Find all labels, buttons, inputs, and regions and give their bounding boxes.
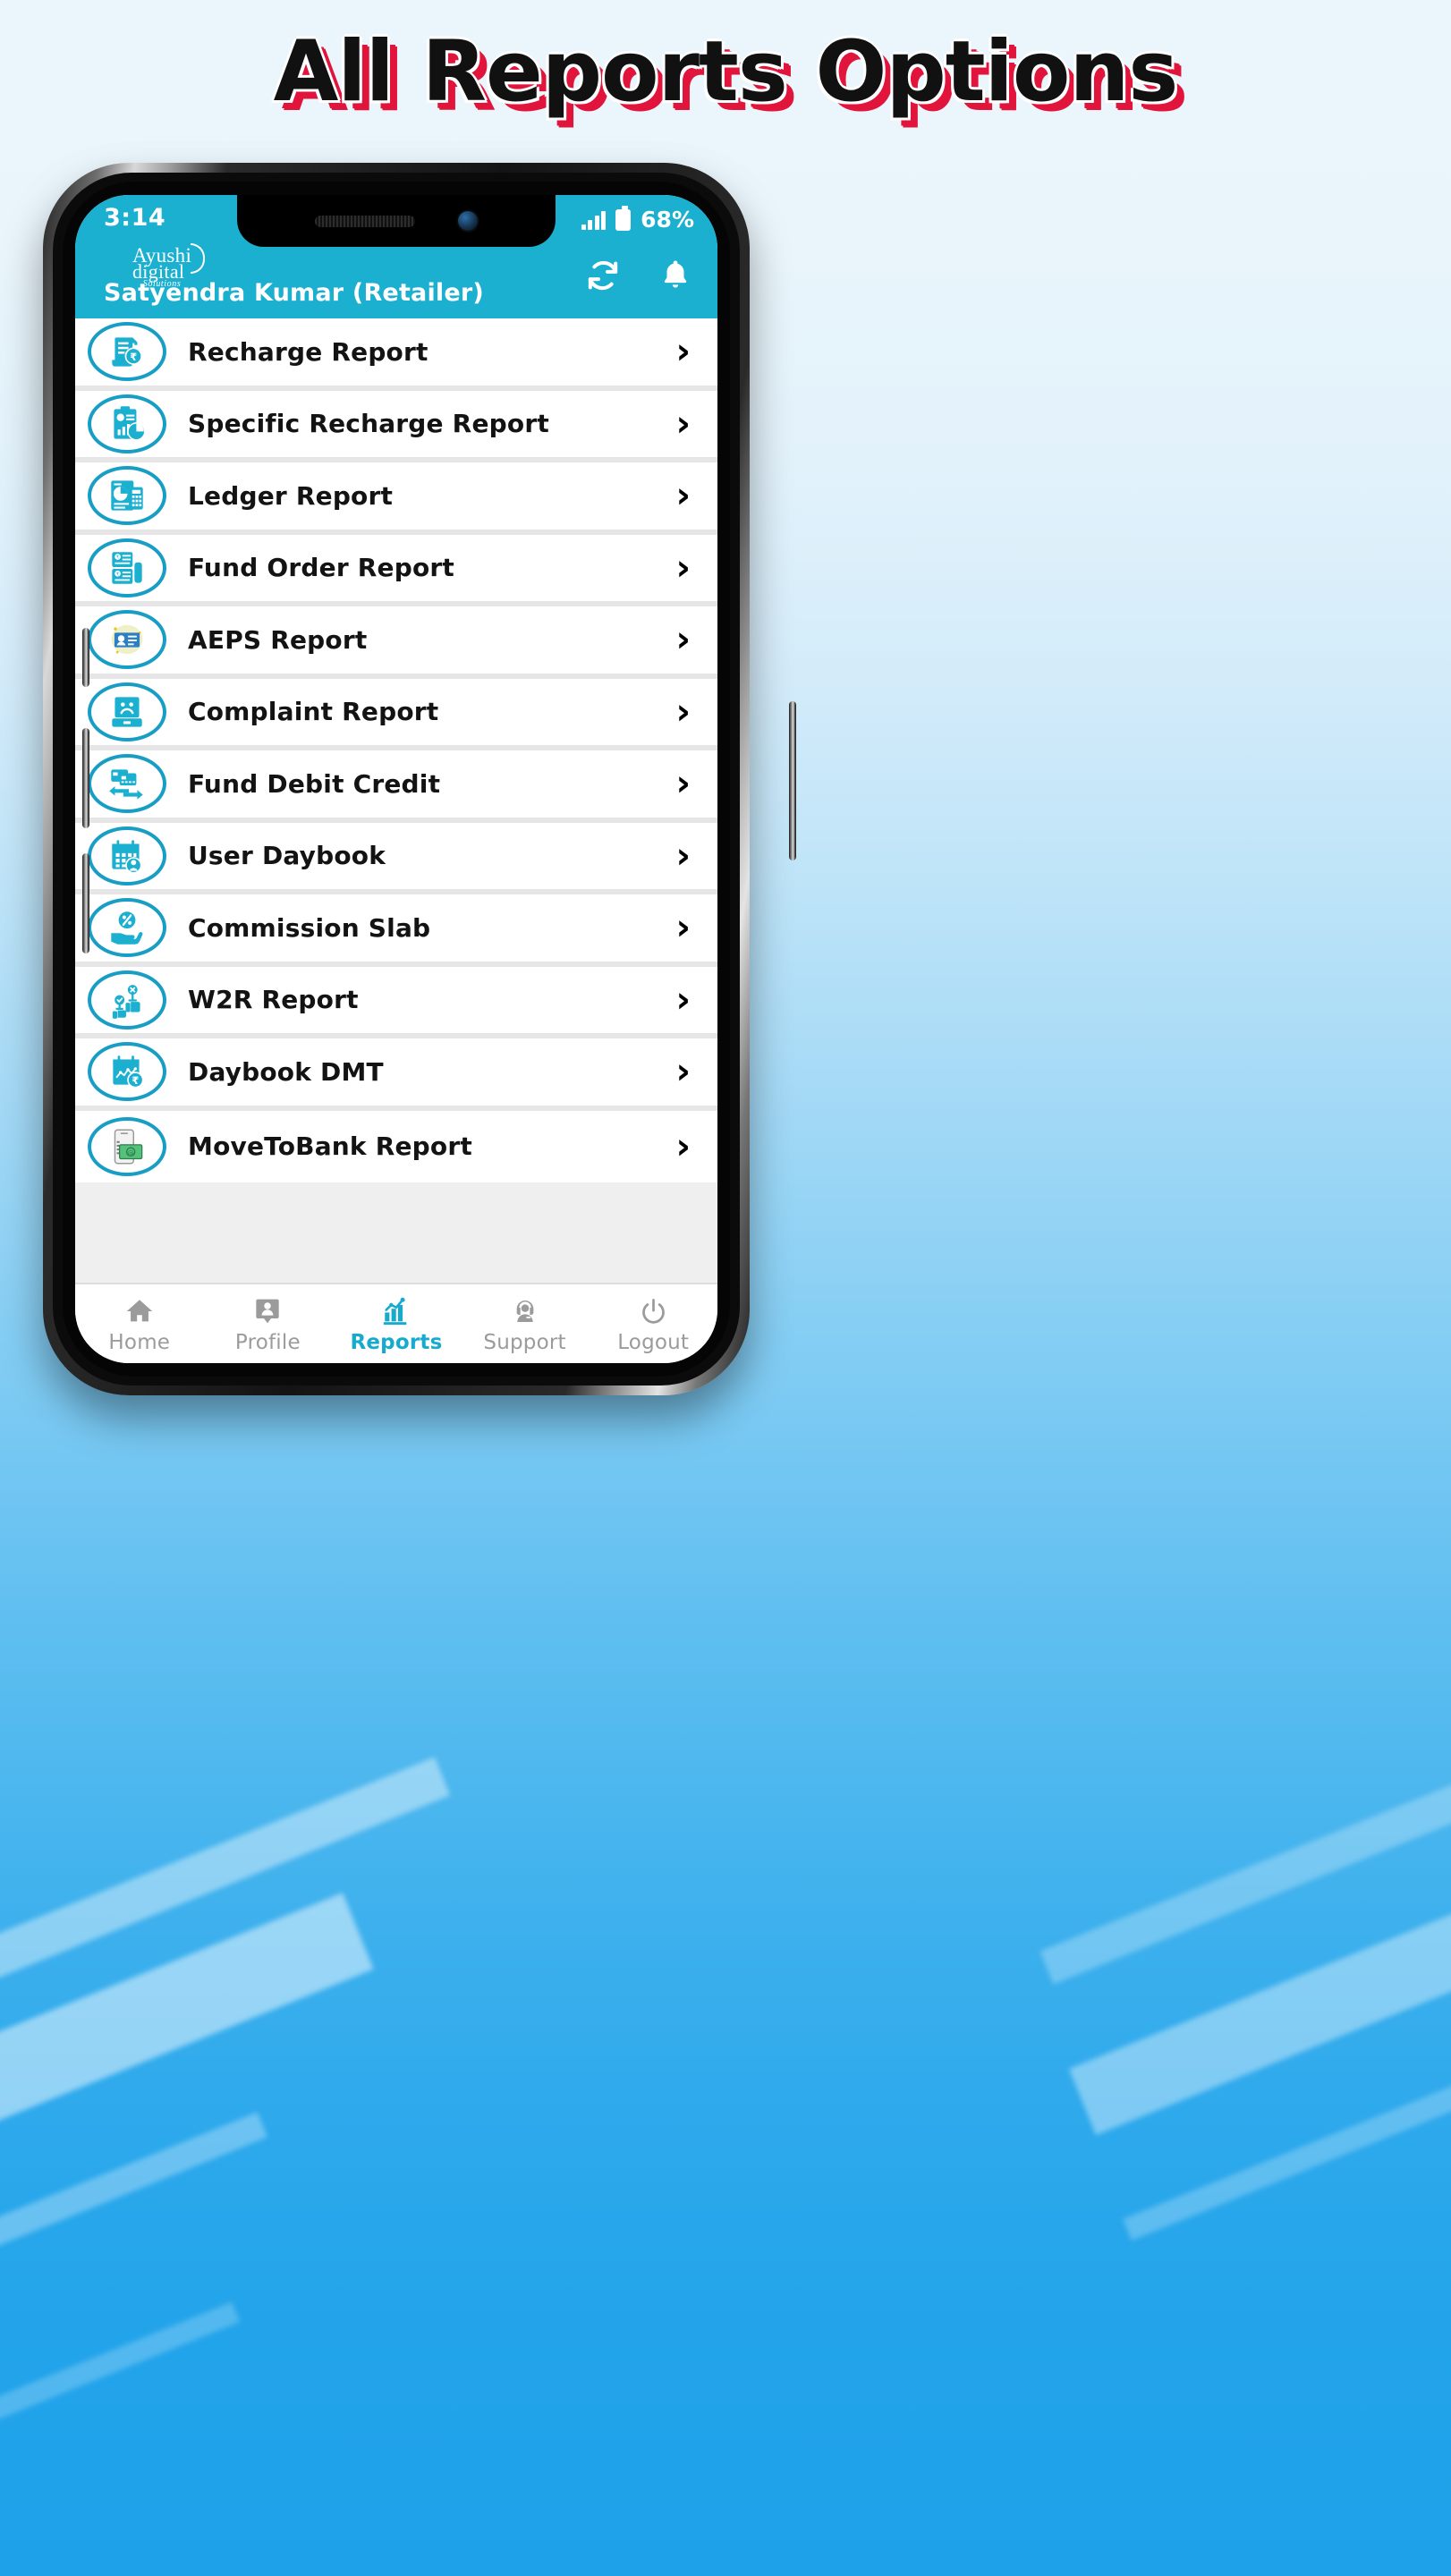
tab-label: Home [108,1331,171,1354]
headset-agent-icon [511,1293,539,1329]
list-item-label: Ledger Report [188,480,394,511]
tab-logout[interactable]: Logout [589,1293,717,1354]
chevron-right-icon[interactable]: › [676,766,696,801]
recharge-receipt-icon: ₹ [88,322,166,382]
list-item[interactable]: Complaint Report › [75,678,717,750]
chevron-right-icon[interactable]: › [676,1054,696,1089]
tab-label: Support [483,1331,566,1354]
list-item-label: Commission Slab [188,912,431,943]
refresh-icon[interactable] [585,258,621,293]
tab-label: Logout [617,1331,690,1354]
svg-text:₹: ₹ [130,351,137,363]
earpiece-speaker-icon [315,215,415,227]
list-item[interactable]: Ledger Report › [75,462,717,535]
side-button-power[interactable] [789,701,796,860]
side-button-volume-up[interactable] [82,728,89,828]
thumbs-approval-icon [88,970,166,1030]
chevron-right-icon[interactable]: › [676,694,696,730]
list-item-label: Fund Order Report [188,553,455,583]
bottom-tab-bar: Home Profile Reports Support Logout [75,1283,717,1363]
chevron-right-icon[interactable]: › [676,838,696,874]
hand-percent-icon [88,898,166,958]
bar-chart-icon [381,1293,412,1329]
svg-text:₹: ₹ [132,1074,139,1087]
power-icon [639,1293,668,1329]
tab-label: Reports [350,1331,443,1354]
calendar-rupee-icon: ₹ [88,1042,166,1102]
list-item[interactable]: ₹ Recharge Report › [75,318,717,391]
list-item-label: AEPS Report [188,624,368,655]
list-item[interactable]: ₹ Daybook DMT › [75,1038,717,1111]
chevron-right-icon[interactable]: › [676,622,696,657]
chevron-right-icon[interactable]: › [676,478,696,513]
chevron-right-icon[interactable]: › [676,550,696,586]
phone-notch [237,195,556,247]
profile-icon [253,1293,282,1329]
list-item[interactable]: AEPS Report › [75,606,717,679]
ledger-piechart-icon [88,466,166,526]
side-button-volume-down[interactable] [82,853,89,953]
status-time: 3:14 [104,204,166,232]
user-name-label: Satyendra Kumar (Retailer) [104,279,484,307]
tab-label: Profile [234,1331,301,1354]
clipboard-chart-icon [88,394,166,453]
phone-device-frame: 3:14 68% Ayushi digital Solutions Satyen… [43,163,796,1395]
home-icon [124,1293,155,1329]
chevron-right-icon[interactable]: › [676,982,696,1018]
list-item[interactable]: User Daybook › [75,822,717,894]
list-item[interactable]: ₹ ₹ Fund Order Report › [75,534,717,606]
list-item-label: W2R Report [188,985,359,1015]
fund-order-icon: ₹ ₹ [88,538,166,597]
chevron-right-icon[interactable]: › [676,910,696,945]
list-item[interactable]: @ MoveToBank Report › [75,1110,717,1182]
app-header: Ayushi digital Solutions Satyendra Kumar… [75,243,717,318]
card-transfer-icon [88,754,166,814]
tab-reports[interactable]: Reports [332,1293,461,1354]
complaint-sadface-icon [88,682,166,741]
list-item-label: Recharge Report [188,336,429,367]
list-item-label: User Daybook [188,841,386,871]
tab-support[interactable]: Support [461,1293,590,1354]
battery-percent: 68% [641,207,694,233]
side-button-mute[interactable] [82,628,89,687]
front-camera-icon [458,211,478,231]
reports-list: ₹ Recharge Report › Specific Recharge Re… [75,318,717,1283]
chevron-right-icon[interactable]: › [676,1129,696,1165]
list-item-label: Daybook DMT [188,1056,384,1087]
phone-screen: 3:14 68% Ayushi digital Solutions Satyen… [75,195,717,1363]
tab-home[interactable]: Home [75,1293,204,1354]
phone-money-icon: @ [88,1116,166,1176]
svg-text:@: @ [128,1148,134,1157]
list-item-label: Fund Debit Credit [188,768,441,799]
banner-title: All Reports Options [273,23,1179,121]
list-item[interactable]: W2R Report › [75,966,717,1038]
list-item-label: Specific Recharge Report [188,409,549,439]
chevron-right-icon[interactable]: › [676,406,696,442]
tab-profile[interactable]: Profile [204,1293,333,1354]
battery-icon [615,205,632,231]
calendar-user-icon [88,826,166,886]
list-item[interactable]: Specific Recharge Report › [75,390,717,462]
signal-bars-icon [581,210,607,230]
chevron-right-icon[interactable]: › [676,334,696,369]
bell-icon[interactable] [658,258,694,293]
list-item[interactable]: Commission Slab › [75,894,717,967]
list-item-label: Complaint Report [188,697,439,727]
list-item-label: MoveToBank Report [188,1131,472,1162]
aeps-idcard-icon [88,610,166,670]
list-item[interactable]: Fund Debit Credit › [75,750,717,823]
